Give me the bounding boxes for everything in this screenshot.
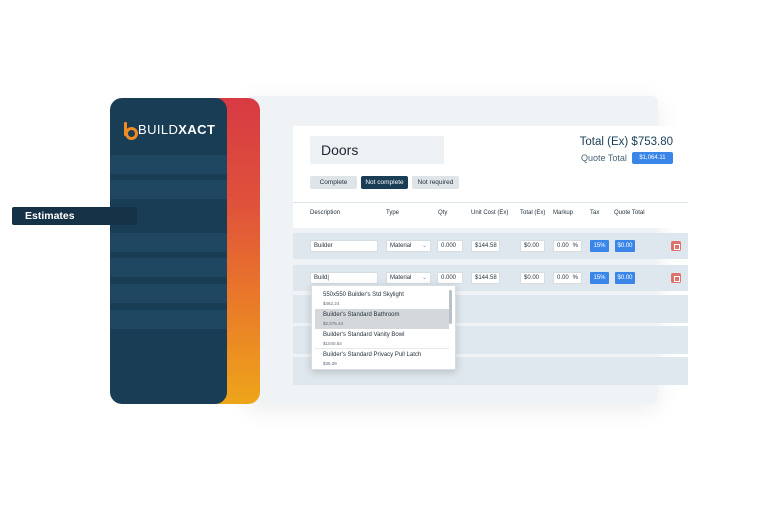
sidebar-item[interactable] <box>110 180 227 199</box>
sidebar-item[interactable] <box>110 258 227 277</box>
col-tax: Tax <box>590 210 600 216</box>
suggestion-item[interactable]: Builder's Standard Bathroom $2,576.44 <box>315 309 449 329</box>
scrollbar[interactable] <box>449 290 452 324</box>
status-not-complete-button[interactable]: Not complete <box>361 176 408 189</box>
col-total: Total (Ex) <box>520 210 546 216</box>
trash-icon[interactable] <box>671 241 681 251</box>
qty-input[interactable]: 0.000 <box>437 240 463 252</box>
sidebar-item[interactable] <box>110 233 227 252</box>
total-value: $0.00 <box>520 240 545 252</box>
total-value: $0.00 <box>520 272 545 284</box>
quote-total-badge: $1,064.11 <box>632 152 673 164</box>
chevron-down-icon: ⌄ <box>421 243 427 249</box>
col-qty: Qty <box>438 210 448 216</box>
total-ex: Total (Ex) $753.80 <box>579 136 673 148</box>
quote-total-value: $0.00 <box>615 272 635 284</box>
sidebar-item-estimates[interactable]: Estimates <box>12 207 137 225</box>
trash-icon[interactable] <box>671 273 681 283</box>
description-input[interactable]: Build| <box>310 272 378 284</box>
col-type: Type <box>386 210 400 216</box>
qty-input[interactable]: 0.000 <box>437 272 463 284</box>
page-title: Doors <box>321 142 359 158</box>
suggestion-item[interactable]: 550x550 Builder's Std Skylight $462.24 <box>315 289 449 309</box>
title-field[interactable]: Doors <box>310 136 444 164</box>
status-complete-button[interactable]: Complete <box>310 176 357 189</box>
type-select[interactable]: Material ⌄ <box>386 272 431 284</box>
unit-cost-input[interactable]: $144.58 <box>471 240 500 252</box>
unit-cost-input[interactable]: $144.58 <box>471 272 500 284</box>
col-markup: Markup <box>553 210 574 216</box>
status-not-required-button[interactable]: Not required <box>412 176 459 189</box>
markup-input[interactable]: 0.00% <box>553 240 582 252</box>
col-quote-total: Quote Total <box>614 210 645 216</box>
sidebar-item[interactable] <box>110 284 227 303</box>
autocomplete-dropdown: 550x550 Builder's Std Skylight $462.24 B… <box>311 285 456 370</box>
logo-text: BUILDXACT <box>138 121 216 137</box>
logo-icon <box>124 122 138 140</box>
chevron-down-icon: ⌄ <box>421 275 427 281</box>
sidebar-item[interactable] <box>110 310 227 329</box>
col-unit-cost: Unit Cost (Ex) <box>471 210 509 216</box>
tax-button[interactable]: 15% <box>590 240 609 252</box>
suggestion-item[interactable]: Builder's Standard Vanity Bowl $1040.54 <box>315 329 449 349</box>
quote-total-label: Quote Total <box>581 153 627 163</box>
quote-total-value: $0.00 <box>615 240 635 252</box>
col-description: Description <box>310 210 341 216</box>
markup-input[interactable]: 0.00% <box>553 272 582 284</box>
logo: BUILDXACT <box>124 121 216 140</box>
description-input[interactable]: Builder <box>310 240 378 252</box>
tax-button[interactable]: 15% <box>590 272 609 284</box>
sidebar: BUILDXACT <box>110 98 227 404</box>
app-mockup: BUILDXACT Estimates Doors Total (Ex) $75… <box>0 0 768 529</box>
type-select[interactable]: Material ⌄ <box>386 240 431 252</box>
sidebar-item-label: Estimates <box>25 210 75 222</box>
sidebar-item[interactable] <box>110 155 227 174</box>
suggestion-item[interactable]: Builder's Standard Privacy Pull Latch $3… <box>315 349 449 369</box>
